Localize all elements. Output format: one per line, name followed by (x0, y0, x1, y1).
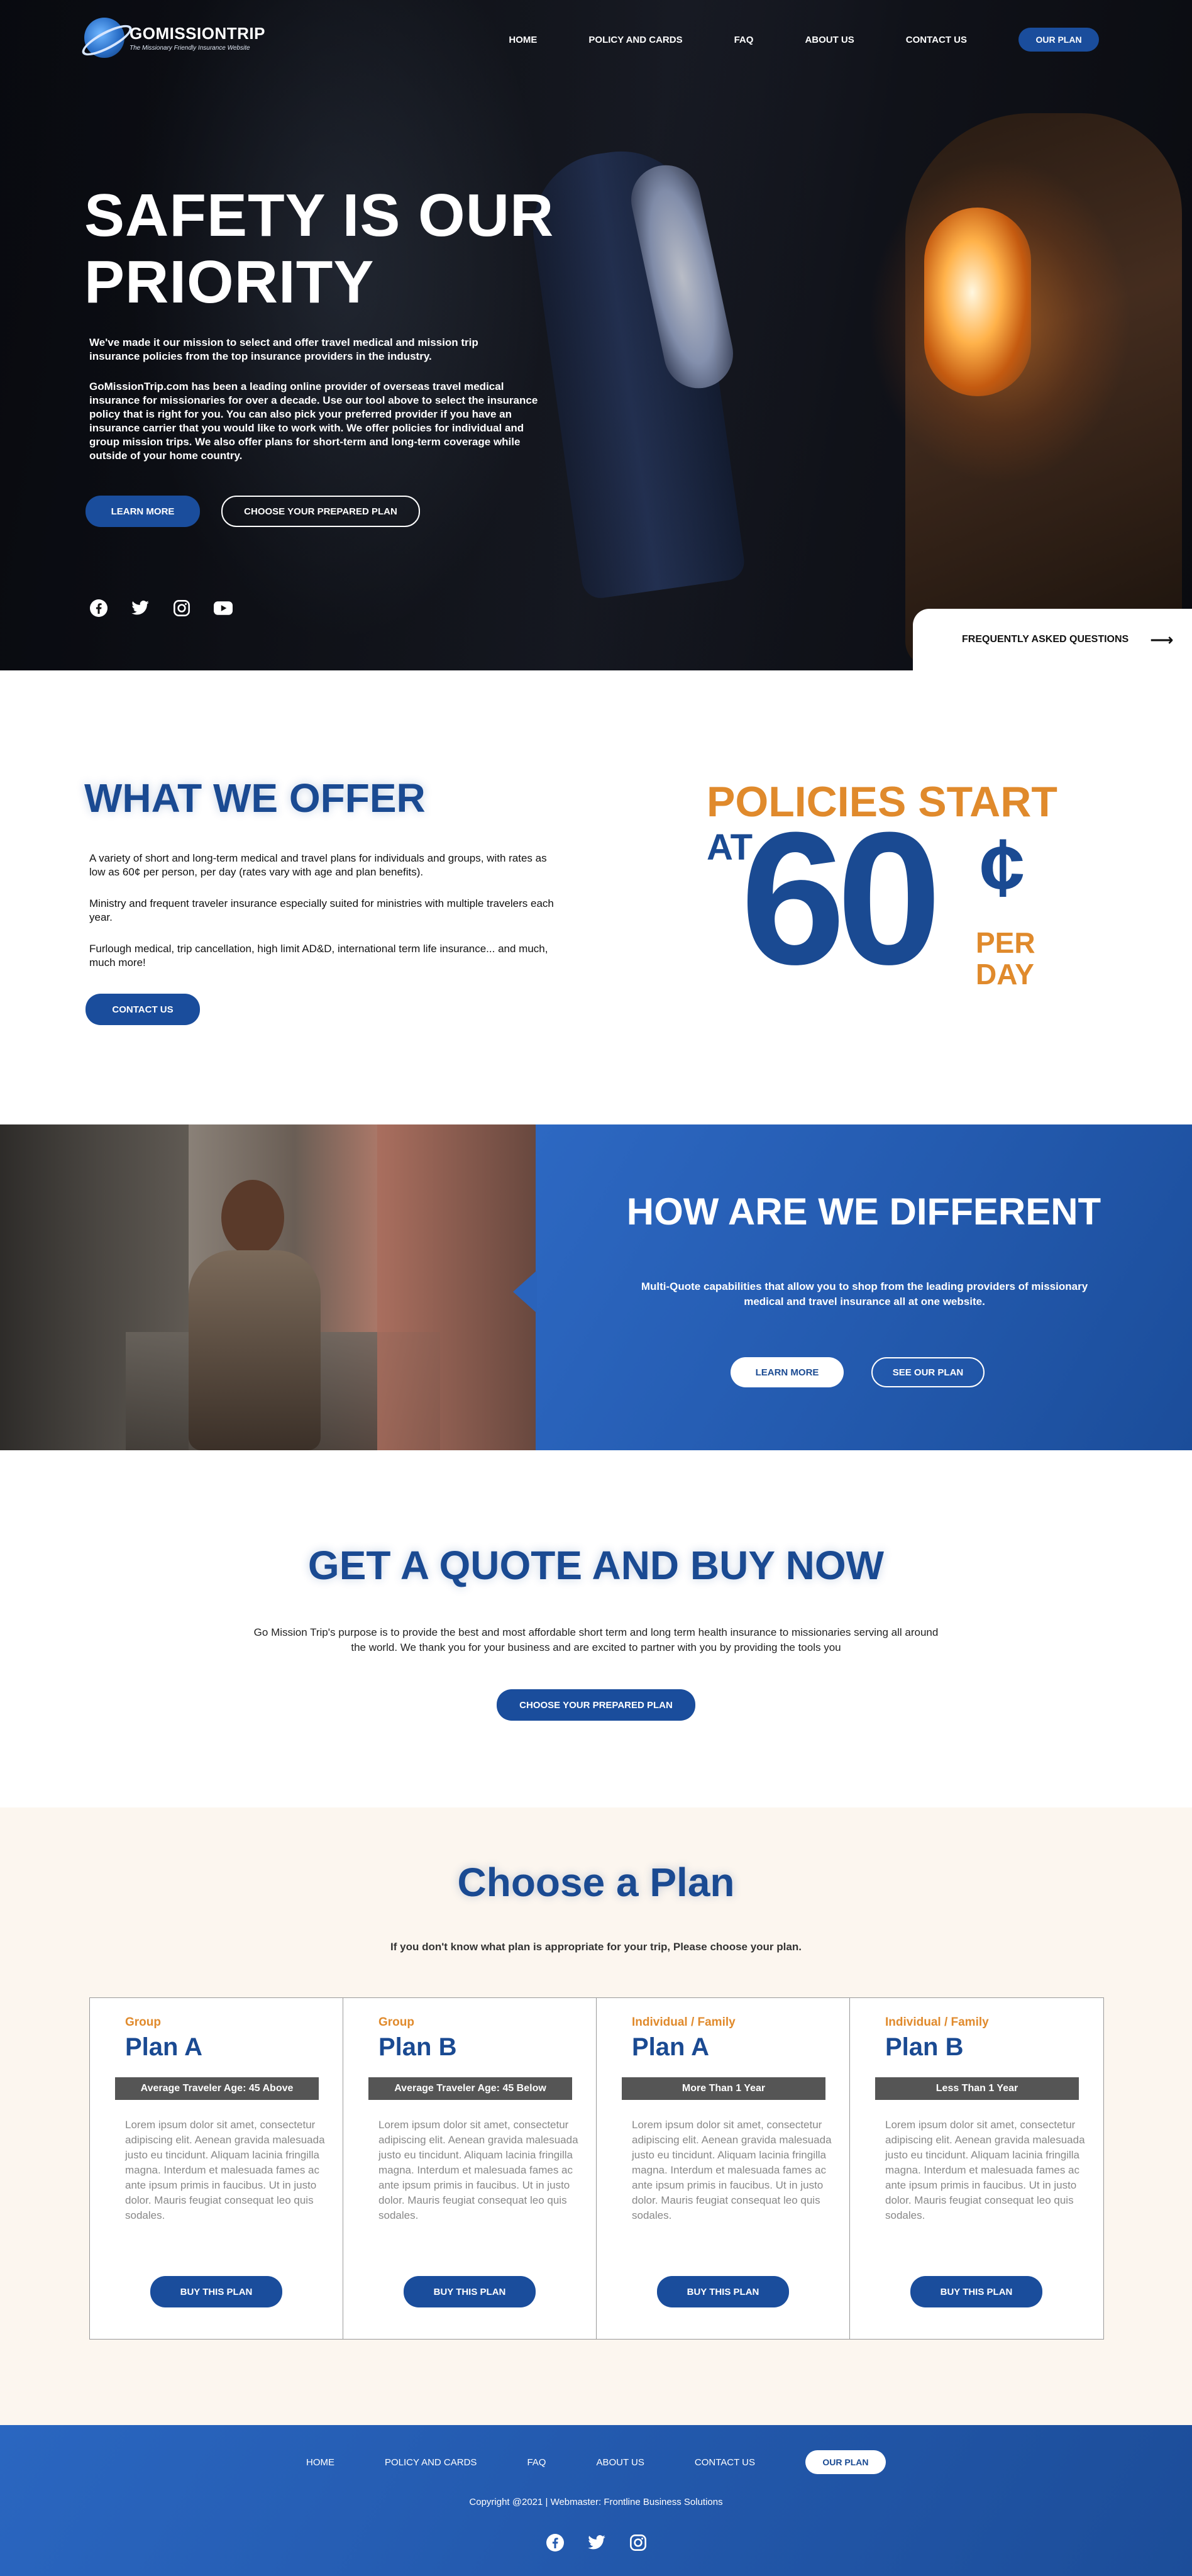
plan-card: Group Plan B Average Traveler Age: 45 Be… (343, 1998, 597, 2339)
plan-description: Lorem ipsum dolor sit amet, consectetur … (125, 2119, 325, 2221)
buy-plan-button[interactable]: BUY THIS PLAN (657, 2276, 789, 2307)
policies-day-text: DAY (976, 958, 1034, 991)
plan-description: Lorem ipsum dolor sit amet, consectetur … (632, 2119, 832, 2221)
plan-category: Group (125, 2016, 161, 2029)
offer-paragraph-plans: A variety of short and long-term medical… (89, 852, 547, 878)
policies-amount: 60 (741, 792, 942, 1004)
plan-description: Lorem ipsum dolor sit amet, consectetur … (378, 2119, 578, 2221)
footer-our-plan-button[interactable]: OUR PLAN (805, 2450, 886, 2474)
hero-paragraph-about: GoMissionTrip.com has been a leading onl… (89, 380, 538, 462)
plan-card: Individual / Family Plan A More Than 1 Y… (597, 1998, 850, 2339)
faq-tab-button[interactable]: FREQUENTLY ASKED QUESTIONS ⟶ (913, 609, 1192, 670)
panel-notch (513, 1270, 537, 1313)
footer-nav-home[interactable]: HOME (306, 2457, 334, 2468)
logo-title: GOMISSIONTRIP (130, 24, 265, 43)
offer-title: WHAT WE OFFER (84, 775, 426, 821)
quote-title: GET A QUOTE AND BUY NOW (307, 1543, 885, 1588)
different-learn-more-button[interactable]: LEARN MORE (731, 1357, 844, 1387)
offer-paragraph-ministry: Ministry and frequent traveler insurance… (89, 897, 554, 923)
nav-our-plan-button[interactable]: OUR PLAN (1018, 28, 1099, 52)
plan-category: Individual / Family (632, 2016, 736, 2029)
plan-category: Group (378, 2016, 414, 2029)
copyright-text: Copyright @2021 | Webmaster: Frontline B… (469, 2497, 723, 2507)
plan-badge: Average Traveler Age: 45 Above (115, 2077, 319, 2100)
plans-title: Choose a Plan (457, 1860, 735, 1905)
footer-nav-contact-us[interactable]: CONTACT US (695, 2457, 755, 2468)
different-title: HOW ARE WE DIFFERENT (626, 1191, 1101, 1233)
hero-title-line1: SAFETY IS OUR (84, 182, 555, 249)
different-see-plan-button[interactable]: SEE OUR PLAN (871, 1357, 985, 1387)
hero-choose-plan-button[interactable]: CHOOSE YOUR PREPARED PLAN (221, 496, 420, 527)
faq-tab-label: FREQUENTLY ASKED QUESTIONS (962, 634, 1129, 645)
plan-name: Plan B (378, 2033, 457, 2061)
policies-start-graphic: POLICIES START AT 60 ¢ PER DAY (707, 777, 1059, 1004)
offer-paragraph-furlough: Furlough medical, trip cancellation, hig… (89, 943, 548, 969)
plan-badge: Average Traveler Age: 45 Below (368, 2077, 572, 2100)
main-nav: HOME POLICY AND CARDS FAQ ABOUT US CONTA… (457, 28, 1099, 52)
hero-learn-more-button[interactable]: LEARN MORE (86, 496, 200, 527)
plan-name: Plan A (632, 2033, 709, 2061)
photo-traveler-head (221, 1180, 284, 1255)
plans-grid: Group Plan A Average Traveler Age: 45 Ab… (89, 1997, 1104, 2340)
nav-faq[interactable]: FAQ (734, 35, 754, 45)
quote-text: Go Mission Trip's purpose is to provide … (253, 1626, 939, 1653)
backpacker-photo (0, 1124, 536, 1450)
twitter-icon[interactable] (131, 599, 150, 618)
plan-card: Individual / Family Plan B Less Than 1 Y… (850, 1998, 1103, 2339)
nav-policy-and-cards[interactable]: POLICY AND CARDS (588, 35, 682, 45)
footer-nav-about-us[interactable]: ABOUT US (596, 2457, 644, 2468)
hero-overlay (0, 0, 1192, 670)
policies-cent-sign: ¢ (980, 821, 1025, 913)
hero-social-links (89, 599, 255, 618)
offer-contact-button[interactable]: CONTACT US (86, 994, 200, 1025)
buy-plan-button[interactable]: BUY THIS PLAN (404, 2276, 536, 2307)
hero-section (0, 0, 1192, 670)
logo-tagline: The Missionary Friendly Insurance Websit… (130, 45, 250, 52)
nav-home[interactable]: HOME (509, 35, 537, 45)
facebook-icon[interactable] (546, 2533, 565, 2552)
plan-category: Individual / Family (885, 2016, 989, 2029)
globe-logo-icon (84, 18, 124, 58)
policies-per-day: PER DAY (976, 927, 1035, 990)
plans-subtitle: If you don't know what plan is appropria… (390, 1941, 802, 1953)
different-text: Multi-Quote capabilities that allow you … (641, 1280, 1088, 1307)
policies-per-text: PER (976, 926, 1035, 959)
photo-backpack (189, 1250, 321, 1450)
plan-card: Group Plan A Average Traveler Age: 45 Ab… (90, 1998, 343, 2339)
facebook-icon[interactable] (89, 599, 108, 618)
instagram-icon[interactable] (629, 2533, 648, 2552)
plan-name: Plan A (125, 2033, 202, 2061)
buy-plan-button[interactable]: BUY THIS PLAN (910, 2276, 1042, 2307)
footer-nav-faq[interactable]: FAQ (527, 2457, 546, 2468)
nav-about-us[interactable]: ABOUT US (805, 35, 854, 45)
footer-nav-policy-and-cards[interactable]: POLICY AND CARDS (385, 2457, 477, 2468)
plan-badge: More Than 1 Year (622, 2077, 825, 2100)
quote-choose-plan-button[interactable]: CHOOSE YOUR PREPARED PLAN (497, 1689, 695, 1721)
nav-contact-us[interactable]: CONTACT US (906, 35, 967, 45)
footer-social-links (546, 2533, 670, 2552)
buy-plan-button[interactable]: BUY THIS PLAN (150, 2276, 282, 2307)
youtube-icon[interactable] (214, 599, 233, 618)
footer-nav: HOME POLICY AND CARDS FAQ ABOUT US CONTA… (0, 2450, 1192, 2474)
hero-title: SAFETY IS OUR PRIORITY (84, 182, 562, 316)
site-logo[interactable]: GOMISSIONTRIP The Missionary Friendly In… (84, 18, 265, 58)
hero-paragraph-mission: We've made it our mission to select and … (89, 336, 478, 362)
instagram-icon[interactable] (172, 599, 191, 618)
hero-title-line2: PRIORITY (84, 248, 375, 316)
plan-name: Plan B (885, 2033, 964, 2061)
plan-description: Lorem ipsum dolor sit amet, consectetur … (885, 2119, 1085, 2221)
plan-badge: Less Than 1 Year (875, 2077, 1079, 2100)
arrow-right-icon: ⟶ (1150, 630, 1174, 649)
twitter-icon[interactable] (587, 2533, 606, 2552)
photo-wall-right (377, 1124, 536, 1450)
